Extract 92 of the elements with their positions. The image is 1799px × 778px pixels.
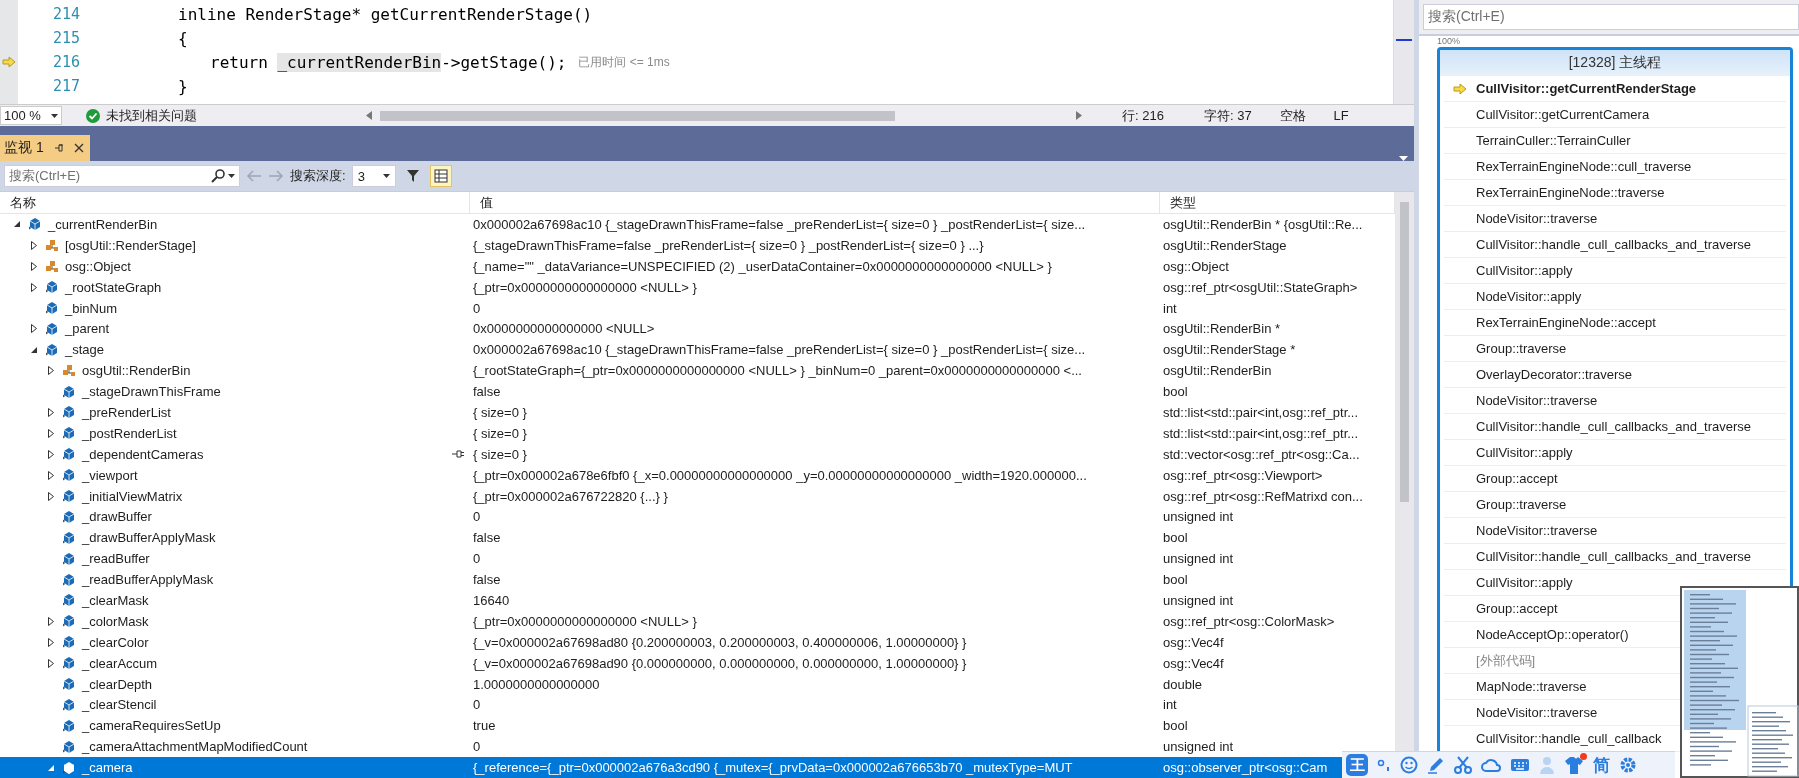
variable-type: bool	[1162, 572, 1188, 588]
variable-value: {_name="" _dataVariance=UNSPECIFIED (2) _userDataContainer=0x0000000000000000 <NULL> }	[472, 258, 1053, 274]
variable-name: _drawBuffer	[82, 509, 152, 525]
variable-type: osg::Object	[1162, 258, 1229, 274]
variable-name: _currentRenderBin	[48, 216, 158, 232]
variable-type: osgUtil::RenderBin *	[1162, 321, 1281, 337]
variable-value: {_stageDrawnThisFrame=false _preRenderList={ size=0 } _postRenderList={ size=0 } ...}	[472, 237, 985, 253]
variable-value: {_rootStateGraph={_ptr=0x0000000000000000 <NULL> } _binNum=0 _parent=0x0000000000000000 <...	[472, 363, 1083, 379]
variable-value: { size=0 }	[472, 425, 528, 441]
variable-value: {_ptr=0x0000000000000000 <NULL> }	[472, 613, 698, 629]
variable-value: { size=0 }	[472, 446, 528, 462]
variable-type: osg::Vec4f	[1162, 655, 1224, 671]
variable-name: _camera	[82, 760, 133, 776]
variable-type: osg::ref_ptr<osg::ColorMask>	[1162, 613, 1335, 629]
zoom-label: 100%	[1437, 36, 1462, 47]
variable-type: std::list<std::pair<int,osg::ref_ptr...	[1162, 425, 1359, 441]
variable-value: true	[472, 718, 497, 734]
variable-name: [osgUtil::RenderStage]	[65, 237, 196, 253]
code-line: {	[178, 28, 188, 48]
variable-value: {_v=0x000002a67698ad80 {0.200000003, 0.200000003, 0.400000006, 1.00000000} }	[472, 634, 968, 650]
variable-value: 0	[472, 300, 482, 316]
variable-type: osg::observer_ptr<osg::Cam	[1162, 760, 1328, 776]
variable-name: osg::Object	[65, 258, 131, 274]
variable-type: osg::ref_ptr<osg::Viewport>	[1162, 467, 1323, 483]
variable-type: double	[1162, 676, 1203, 692]
variable-type: osgUtil::RenderBin	[1162, 363, 1272, 379]
variable-value: 0x000002a67698ac10 {_stageDrawnThisFrame=false _preRenderList={ size=0 } _postRenderList={ size...	[472, 216, 1087, 232]
variable-type: bool	[1162, 718, 1188, 734]
line-number: 217	[51, 77, 80, 95]
variable-name: _colorMask	[82, 613, 149, 629]
variable-value: 0x000002a67698ac10 {_stageDrawnThisFrame=false _preRenderList={ size=0 } _postRenderList={ size...	[472, 342, 1087, 358]
variable-name: _cameraRequiresSetUp	[82, 718, 221, 734]
variable-value: {_ptr=0x0000000000000000 <NULL> }	[472, 279, 698, 295]
variable-value: 0	[472, 739, 482, 755]
variable-type: int	[1162, 300, 1177, 316]
variable-value: 0x0000000000000000 <NULL>	[472, 321, 656, 337]
variable-name: _preRenderList	[82, 404, 171, 420]
variable-type: osgUtil::RenderStage *	[1162, 342, 1296, 358]
variable-name: _binNum	[65, 300, 118, 316]
variable-type: osgUtil::RenderStage	[1162, 237, 1287, 253]
variable-value: 0	[472, 509, 482, 525]
variable-name: _clearStencil	[82, 697, 157, 713]
line-number: 216	[51, 53, 80, 71]
variable-name: _clearDepth	[82, 676, 153, 692]
code-line: return _currentRenderBin->getStage();	[209, 52, 567, 72]
depth-label: 搜索深度:	[290, 167, 346, 185]
variable-name: _drawBufferApplyMask	[82, 530, 216, 546]
variable-type: bool	[1162, 530, 1188, 546]
variable-value: {_ptr=0x000002a678e6fbf0 {_x=0.00000000000000000 _y=0.00000000000000000 _width=1920.000000...	[472, 467, 1088, 483]
variable-value: 1.0000000000000000	[472, 676, 601, 692]
variable-type: unsigned int	[1162, 592, 1234, 608]
variable-name: _readBufferApplyMask	[82, 572, 214, 588]
code-line: inline RenderStage* getCurrentRenderStage()	[178, 4, 593, 24]
thread-title: [12328] 主线程	[1440, 50, 1790, 76]
variable-name: _dependentCameras	[82, 446, 204, 462]
variable-name: _parent	[65, 321, 110, 337]
variable-type: std::vector<osg::ref_ptr<osg::Ca...	[1162, 446, 1360, 462]
variable-value: { size=0 }	[472, 404, 528, 420]
variable-name: _clearColor	[82, 634, 149, 650]
variable-value: 0	[472, 551, 482, 567]
variable-name: _initialViewMatrix	[82, 488, 183, 504]
variable-type: unsigned int	[1162, 739, 1234, 755]
variable-type: osg::ref_ptr<osgUtil::StateGraph>	[1162, 279, 1358, 295]
line-number: 214	[51, 5, 80, 23]
variable-name: _stage	[65, 342, 105, 358]
variable-value: {_v=0x000002a67698ad90 {0.000000000, 0.000000000, 0.000000000, 1.00000000} }	[472, 655, 968, 671]
variable-type: int	[1162, 697, 1177, 713]
variable-value: {_ptr=0x000002a676722820 {...} }	[472, 488, 669, 504]
variable-name: _viewport	[82, 467, 138, 483]
variable-value: 16640	[472, 592, 511, 608]
variable-type: std::list<std::pair<int,osg::ref_ptr...	[1162, 404, 1359, 420]
variable-type: osg::ref_ptr<osg::RefMatrixd con...	[1162, 488, 1363, 504]
variable-type: bool	[1162, 384, 1188, 400]
variable-name: _cameraAttachmentMapModifiedCount	[82, 739, 308, 755]
line-number: 215	[51, 29, 80, 47]
variable-value: false	[472, 572, 502, 588]
variable-type: osg::Vec4f	[1162, 634, 1224, 650]
variable-type: unsigned int	[1162, 551, 1234, 567]
variable-name: _clearMask	[82, 592, 149, 608]
variable-value: {_reference={_ptr=0x000002a676a3cd90 {_mutex={_prvData=0x000002a676653b70 _mutexType=MUT	[472, 760, 1074, 776]
variable-type: unsigned int	[1162, 509, 1234, 525]
variable-name: _clearAccum	[82, 655, 158, 671]
variable-name: _stageDrawnThisFrame	[82, 384, 221, 400]
variable-name: _postRenderList	[82, 425, 177, 441]
variable-name: _rootStateGraph	[65, 279, 162, 295]
variable-type: osgUtil::RenderBin * {osgUtil::Re...	[1162, 216, 1363, 232]
variable-value: 0	[472, 697, 482, 713]
variable-value: false	[472, 384, 502, 400]
variable-name: osgUtil::RenderBin	[82, 363, 191, 379]
variable-name: _readBuffer	[82, 551, 150, 567]
variable-value: false	[472, 530, 502, 546]
code-line: }	[178, 76, 188, 96]
